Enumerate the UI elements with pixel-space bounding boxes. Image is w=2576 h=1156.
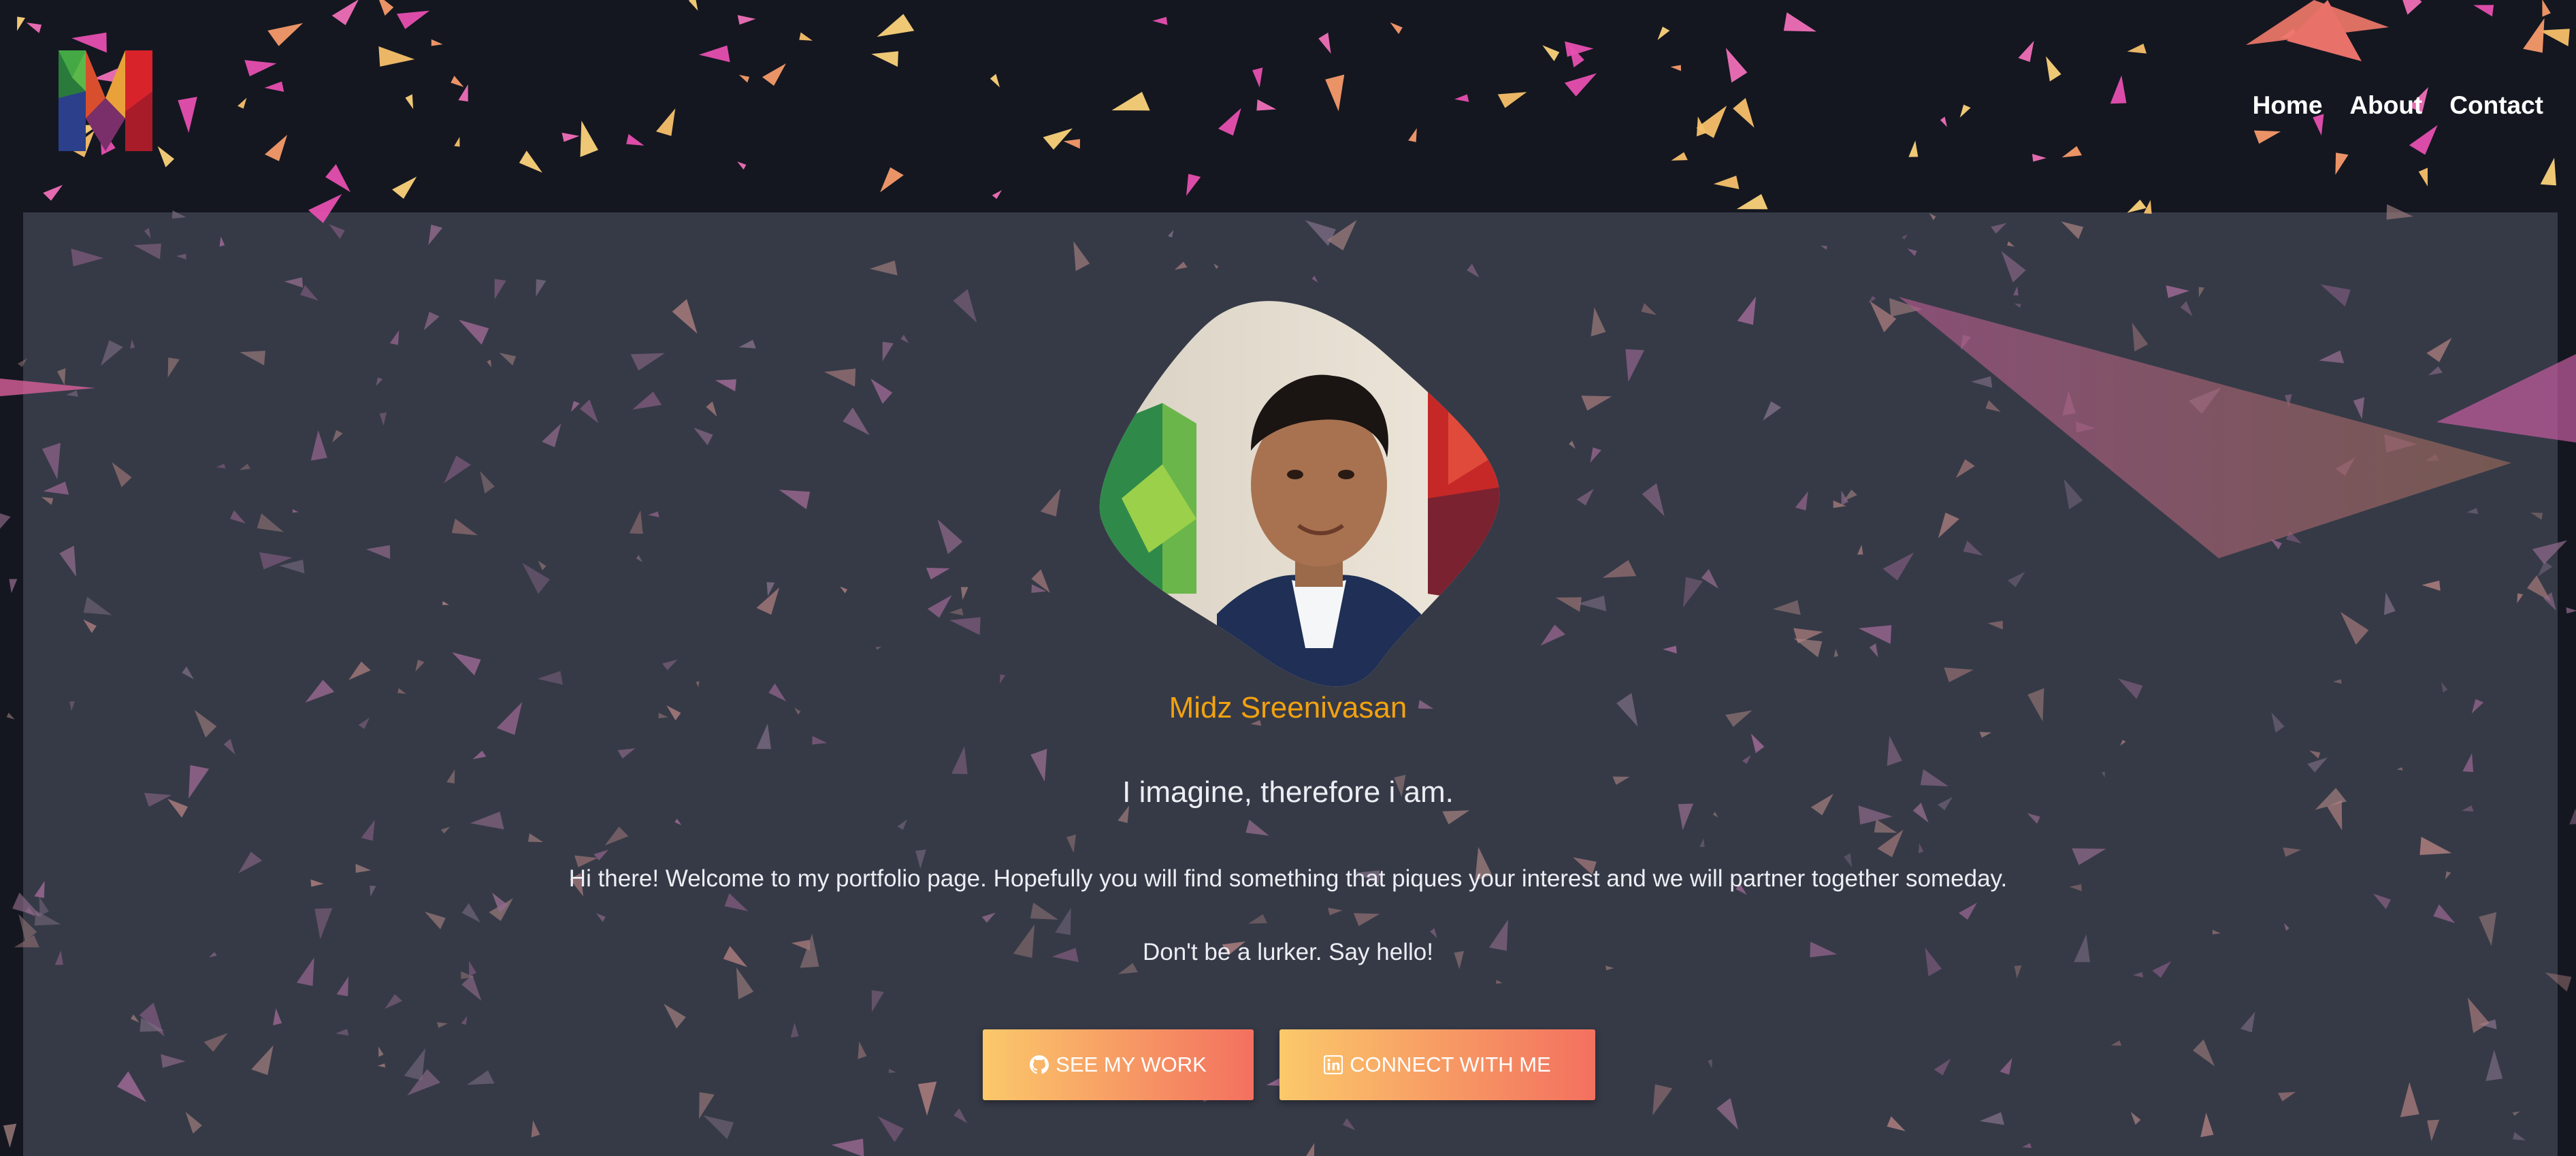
- main-nav: Home About Contact: [2253, 89, 2543, 123]
- profile-intro: Hi there! Welcome to my portfolio page. …: [568, 865, 2008, 892]
- confetti-shard: [3, 1123, 17, 1149]
- connect-with-me-label: CONNECT WITH ME: [1350, 1053, 1551, 1076]
- profile-tagline: I imagine, therefore i am.: [1122, 775, 1454, 809]
- nav-home[interactable]: Home: [2253, 89, 2323, 123]
- github-icon: [1030, 1055, 1049, 1074]
- m-logo-icon[interactable]: [59, 50, 152, 151]
- site-header: Home About Contact: [0, 0, 2576, 212]
- connect-with-me-button[interactable]: CONNECT WITH ME: [1279, 1029, 1595, 1100]
- say-hello-text: Don't be a lurker. Say hello!: [1143, 939, 1433, 965]
- profile-name: Midz Sreenivasan: [1169, 691, 1407, 724]
- confetti-shard: [9, 579, 18, 594]
- see-my-work-label: SEE MY WORK: [1056, 1053, 1207, 1076]
- nav-about[interactable]: About: [2349, 89, 2422, 123]
- see-my-work-button[interactable]: SEE MY WORK: [983, 1029, 1254, 1100]
- linkedin-icon: [1324, 1055, 1343, 1074]
- profile-avatar: [1094, 294, 1516, 689]
- confetti-shard: [0, 513, 11, 529]
- confetti-shard: [2566, 607, 2576, 614]
- nav-contact[interactable]: Contact: [2449, 89, 2543, 123]
